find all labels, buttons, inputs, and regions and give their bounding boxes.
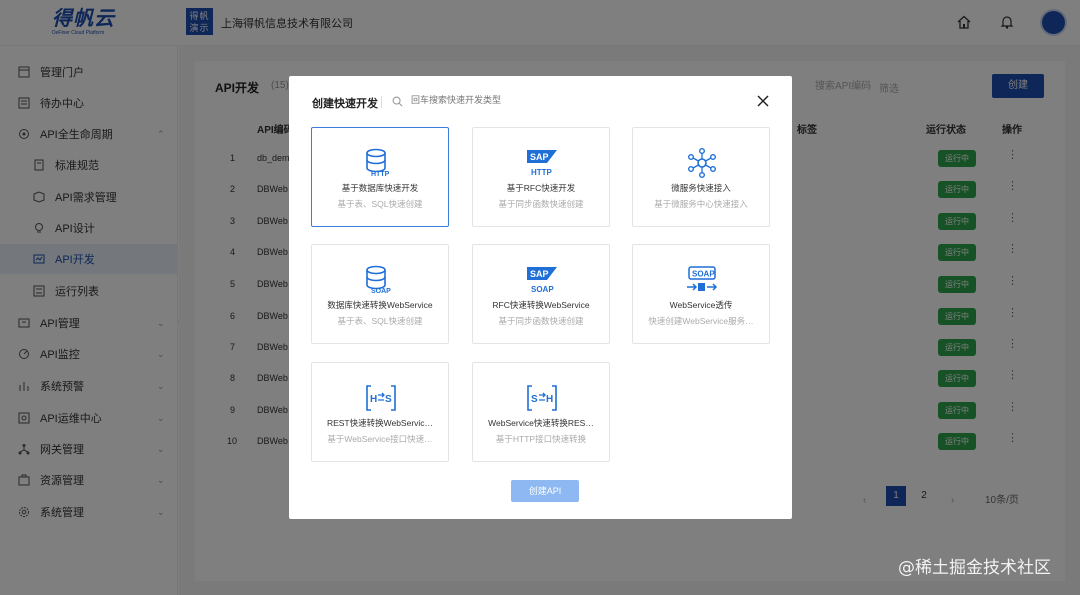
tile-title: 数据库快速转换WebService: [327, 300, 433, 310]
database-soap-icon: SOAP: [366, 265, 391, 295]
microservice-icon: [687, 148, 717, 178]
tile-rfc-to-webservice[interactable]: SAP SOAP RFC快速转换WebService 基于同步函数快速创建: [472, 244, 610, 344]
rest-to-soap-icon: H S: [366, 385, 396, 411]
svg-text:S: S: [385, 394, 392, 405]
tile-title: 基于RFC快速开发: [506, 183, 576, 193]
create-api-button[interactable]: 创建API: [511, 480, 579, 502]
svg-text:SOAP: SOAP: [531, 285, 554, 294]
tile-webservice-passthrough[interactable]: SOAP WebService透传 快速创建WebService服务…: [632, 244, 770, 344]
svg-text:HTTP: HTTP: [531, 168, 553, 177]
tile-rfc-quick-dev[interactable]: SAP HTTP 基于RFC快速开发 基于同步函数快速创建: [472, 127, 610, 227]
tile-title: RFC快速转换WebService: [492, 300, 590, 310]
database-http-icon: HTTP: [366, 148, 390, 178]
tile-subtitle: 基于同步函数快速创建: [498, 199, 584, 209]
title-divider: [381, 96, 382, 108]
dialog-title: 创建快速开发: [312, 98, 378, 110]
dev-type-search-input[interactable]: [411, 95, 611, 105]
search-icon: [392, 96, 403, 107]
tile-subtitle: 基于表、SQL快速创建: [337, 199, 423, 209]
tile-title: 基于数据库快速开发: [341, 183, 419, 193]
svg-text:SOAP: SOAP: [371, 288, 391, 295]
tile-subtitle: 基于同步函数快速创建: [498, 316, 584, 326]
svg-text:H: H: [370, 394, 377, 405]
tile-subtitle: 基于HTTP接口快速转换: [495, 434, 587, 444]
soap-passthrough-icon: SOAP: [687, 266, 718, 291]
tile-subtitle: 基于微服务中心快速接入: [654, 199, 748, 209]
close-icon[interactable]: [756, 94, 770, 108]
tile-microservice[interactable]: 微服务快速接入 基于微服务中心快速接入: [632, 127, 770, 227]
svg-text:H: H: [546, 394, 553, 405]
watermark-text: @稀土掘金技术社区: [898, 558, 1051, 578]
tile-subtitle: 基于WebService接口快速…: [327, 434, 433, 444]
tile-subtitle: 快速创建WebService服务…: [648, 316, 754, 326]
tile-database-to-webservice[interactable]: SOAP 数据库快速转换WebService 基于表、SQL快速创建: [311, 244, 449, 344]
tile-database-quick-dev[interactable]: HTTP 基于数据库快速开发 基于表、SQL快速创建: [311, 127, 449, 227]
sap-soap-icon: SAP SOAP: [527, 267, 557, 294]
svg-text:SOAP: SOAP: [692, 270, 715, 279]
soap-to-rest-icon: S H: [527, 385, 557, 411]
tile-title: WebService快速转换RES…: [488, 418, 594, 428]
svg-text:SAP: SAP: [530, 269, 549, 279]
tile-title: 微服务快速接入: [671, 183, 731, 193]
tile-rest-to-webservice[interactable]: H S REST快速转换WebServic… 基于WebService接口快速…: [311, 362, 449, 462]
svg-text:HTTP: HTTP: [371, 171, 390, 178]
create-quick-dev-dialog: 创建快速开发 HTTP 基于数据库快速开发 基于表、SQL快速创建 SAP HT…: [289, 76, 792, 519]
sap-http-icon: SAP HTTP: [527, 150, 557, 177]
tile-webservice-to-rest[interactable]: S H WebService快速转换RES… 基于HTTP接口快速转换: [472, 362, 610, 462]
svg-text:S: S: [531, 394, 538, 405]
tile-subtitle: 基于表、SQL快速创建: [337, 316, 423, 326]
svg-text:SAP: SAP: [530, 152, 549, 162]
tile-title: REST快速转换WebServic…: [326, 418, 434, 428]
tile-title: WebService透传: [669, 300, 733, 310]
